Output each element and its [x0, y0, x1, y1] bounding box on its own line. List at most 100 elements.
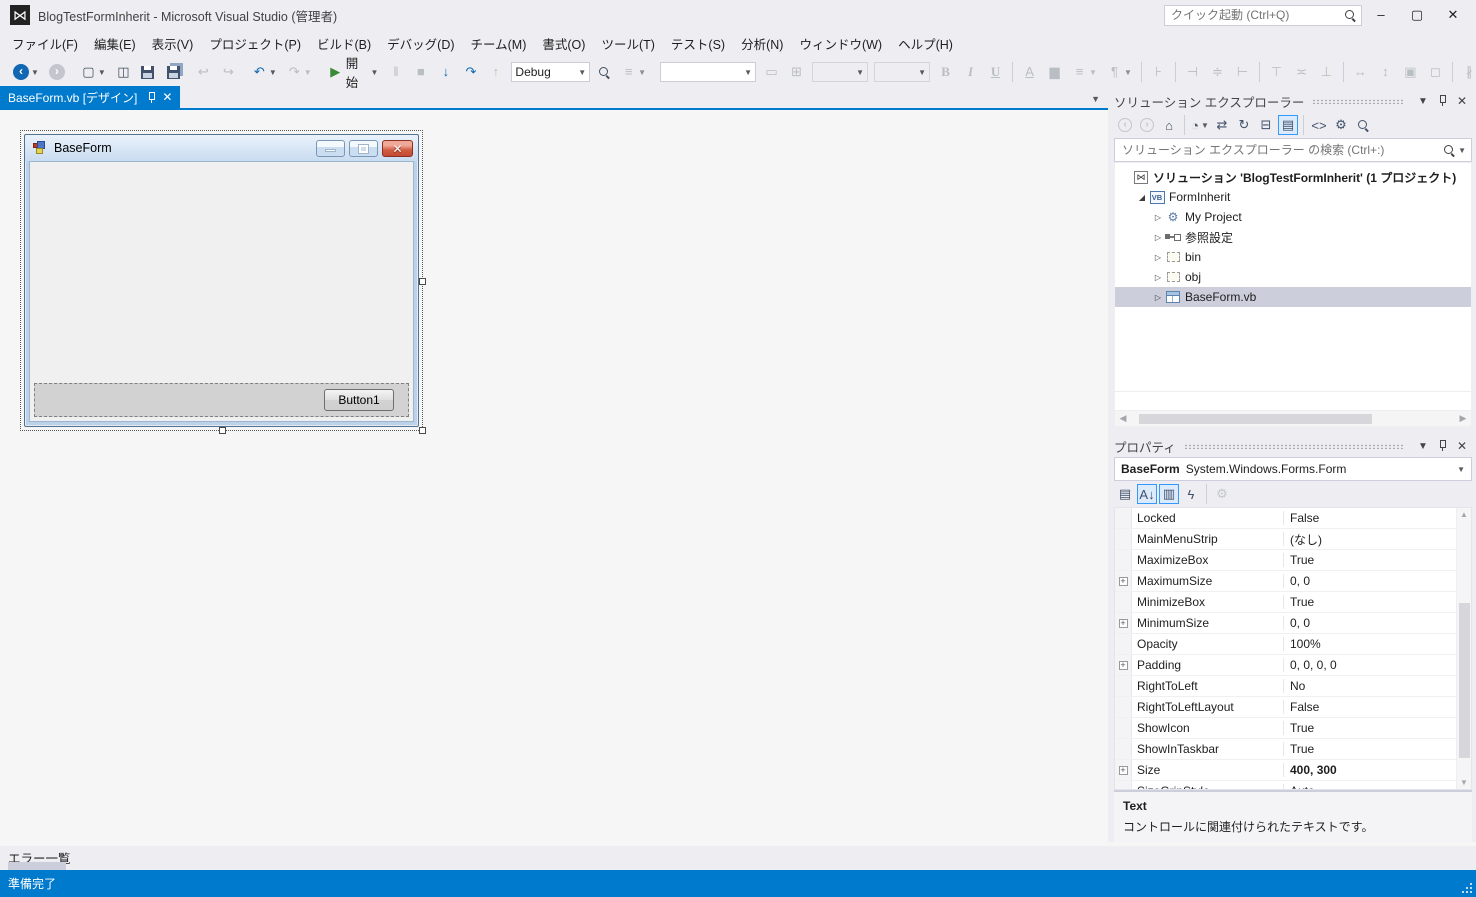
redo-button[interactable]: ↷ ▼ — [283, 61, 316, 83]
autosize-button[interactable]: ◻ — [1424, 61, 1447, 83]
menu-file[interactable]: ファイル(F) — [4, 30, 86, 57]
prop-row-locked[interactable]: Locked False — [1115, 508, 1471, 529]
menu-help[interactable]: ヘルプ(H) — [890, 30, 961, 57]
menu-debug[interactable]: デバッグ(D) — [379, 30, 462, 57]
prop-row-minimizebox[interactable]: MinimizeBox True — [1115, 592, 1471, 613]
save-button[interactable] — [137, 63, 158, 82]
start-debug-button[interactable]: ▶ 開始 ▼ — [324, 56, 383, 88]
window-minimize-button[interactable]: – — [1364, 4, 1398, 26]
step-out-button[interactable]: ↑ — [484, 61, 507, 83]
form-bottom-panel[interactable]: Button1 — [34, 383, 409, 417]
same-width-button[interactable]: ↔ — [1349, 61, 1372, 83]
form-minimize-button[interactable] — [316, 139, 345, 157]
solution-explorer-close-icon[interactable]: ✕ — [1452, 94, 1472, 108]
se-forward-button[interactable]: › — [1137, 115, 1157, 135]
prop-value[interactable]: 400, 300 — [1284, 763, 1471, 777]
properties-object-combobox[interactable]: BaseForm System.Windows.Forms.Form ▼ — [1114, 457, 1472, 481]
prop-value[interactable]: 0, 0 — [1284, 616, 1471, 630]
expand-plus-icon[interactable]: + — [1118, 765, 1128, 775]
find-in-files-button[interactable] — [594, 63, 615, 82]
stop-button[interactable]: ■ — [409, 61, 432, 83]
pin-icon[interactable] — [147, 91, 156, 103]
same-size-button[interactable]: ▣ — [1399, 61, 1422, 83]
menu-test[interactable]: テスト(S) — [663, 30, 733, 57]
prop-value[interactable]: False — [1284, 511, 1471, 525]
tree-item-my-project[interactable]: ▷ ⚙ My Project — [1115, 207, 1471, 227]
events-button[interactable]: ϟ — [1181, 484, 1201, 504]
align-center-button[interactable]: ≑ — [1206, 61, 1229, 83]
tree-item-references[interactable]: ▷ 参照設定 — [1115, 227, 1471, 247]
bullet-list-button[interactable]: ≡ ▼ — [1068, 61, 1101, 83]
menu-build[interactable]: ビルド(B) — [309, 30, 379, 57]
align-middle-button[interactable]: ≍ — [1290, 61, 1313, 83]
scroll-up-arrow-icon[interactable]: ▲ — [1457, 510, 1471, 519]
menu-window[interactable]: ウィンドウ(W) — [791, 30, 890, 57]
anchor-button[interactable]: ⊦ — [1147, 61, 1170, 83]
font-color-button[interactable]: A — [1018, 61, 1041, 83]
scroll-left-arrow-icon[interactable]: ◀ — [1115, 413, 1131, 424]
prop-row-size[interactable]: + Size 400, 300 — [1115, 760, 1471, 781]
chevron-down-icon[interactable]: ▼ — [370, 68, 378, 77]
uncomment-button[interactable]: ↪ — [217, 61, 240, 83]
navigate-forward-button[interactable]: › — [45, 61, 69, 83]
tree-item-baseform-vb[interactable]: ▷ BaseForm.vb — [1115, 287, 1471, 307]
open-file-button[interactable]: ◫ — [112, 61, 135, 83]
chevron-down-icon[interactable]: ▼ — [856, 68, 864, 77]
prop-value[interactable]: 100% — [1284, 637, 1471, 651]
undo-button[interactable]: ↶ ▼ — [248, 61, 281, 83]
chevron-down-icon[interactable]: ▼ — [1201, 121, 1209, 130]
solution-explorer-header[interactable]: ソリューション エクスプローラー ▼ ✕ — [1114, 90, 1472, 112]
expander-collapsed-icon[interactable]: ▷ — [1151, 273, 1165, 282]
chevron-down-icon[interactable]: ▼ — [578, 68, 586, 77]
word-wrap-button[interactable]: ¶ ▼ — [1103, 61, 1136, 83]
prop-row-maximizebox[interactable]: MaximizeBox True — [1115, 550, 1471, 571]
tab-close-icon[interactable]: ✕ — [162, 90, 172, 104]
alphabetical-button[interactable]: A↓ — [1137, 484, 1157, 504]
view-code-button[interactable]: <> — [1309, 115, 1329, 135]
error-list-tab-indicator[interactable] — [8, 862, 66, 870]
prop-value[interactable]: Auto — [1284, 784, 1471, 789]
prop-value[interactable]: 0, 0, 0, 0 — [1284, 658, 1471, 672]
prop-value[interactable]: True — [1284, 721, 1471, 735]
document-list-dropdown-icon[interactable]: ▼ — [1083, 90, 1108, 108]
menu-edit[interactable]: 編集(E) — [86, 30, 144, 57]
prop-row-showintaskbar[interactable]: ShowInTaskbar True — [1115, 739, 1471, 760]
underline-button[interactable]: U — [984, 61, 1007, 83]
prop-row-sizegripstyle[interactable]: SizeGripStyleAuto — [1115, 781, 1471, 789]
button1[interactable]: Button1 — [324, 389, 394, 411]
form-client-area[interactable]: Button1 — [29, 161, 414, 422]
home-button[interactable]: ⌂ — [1159, 115, 1179, 135]
snap-to-grid-button[interactable]: ⊞ — [785, 61, 808, 83]
selection-margin-button[interactable]: ▭ — [760, 61, 783, 83]
sync-with-active-document-button[interactable]: ⇄ — [1212, 115, 1232, 135]
chevron-down-icon[interactable]: ▼ — [304, 68, 312, 77]
expander-collapsed-icon[interactable]: ▷ — [1151, 253, 1165, 262]
align-bottom-button[interactable]: ⊥ — [1315, 61, 1338, 83]
form-close-button[interactable]: ✕ — [382, 139, 413, 157]
scroll-down-arrow-icon[interactable]: ▼ — [1457, 778, 1471, 787]
chevron-down-icon[interactable]: ▼ — [918, 68, 926, 77]
menu-project[interactable]: プロジェクト(P) — [201, 30, 309, 57]
resize-handle-bottom-right[interactable] — [419, 427, 426, 434]
window-position-dropdown-icon[interactable]: ▼ — [1413, 441, 1433, 452]
expander-collapsed-icon[interactable]: ▷ — [1151, 233, 1165, 242]
prop-value[interactable]: False — [1284, 700, 1471, 714]
auto-hide-pin-icon[interactable] — [1438, 94, 1447, 106]
align-right-button[interactable]: ⊢ — [1231, 61, 1254, 83]
background-color-button[interactable]: ▆ — [1043, 61, 1066, 83]
tree-item-solution[interactable]: ⋈ ソリューション 'BlogTestFormInherit' (1 プロジェクト… — [1115, 167, 1471, 187]
prop-row-minimumsize[interactable]: + MinimumSize 0, 0 — [1115, 613, 1471, 634]
properties-header[interactable]: プロパティ ▼ ✕ — [1114, 435, 1472, 457]
form-title-bar[interactable]: BaseForm ✕ — [25, 135, 418, 161]
vscroll-thumb[interactable] — [1459, 603, 1470, 758]
prop-value[interactable]: No — [1284, 679, 1471, 693]
property-pages-wrench-button[interactable]: ⚙ — [1212, 484, 1232, 504]
tree-item-project-forminherit[interactable]: ◢ VB FormInherit — [1115, 187, 1471, 207]
designer-form-selection[interactable]: BaseForm ✕ Button1 — [20, 130, 426, 434]
tab-baseform-design[interactable]: BaseForm.vb [デザイン] ✕ — [0, 86, 181, 108]
menu-analyze[interactable]: 分析(N) — [733, 30, 791, 57]
prop-row-padding[interactable]: + Padding 0, 0, 0, 0 — [1115, 655, 1471, 676]
new-file-button[interactable]: ▢ ▼ — [77, 61, 110, 83]
format-font-combobox[interactable]: ▼ — [660, 62, 757, 82]
resize-handle-bottom[interactable] — [219, 427, 226, 434]
